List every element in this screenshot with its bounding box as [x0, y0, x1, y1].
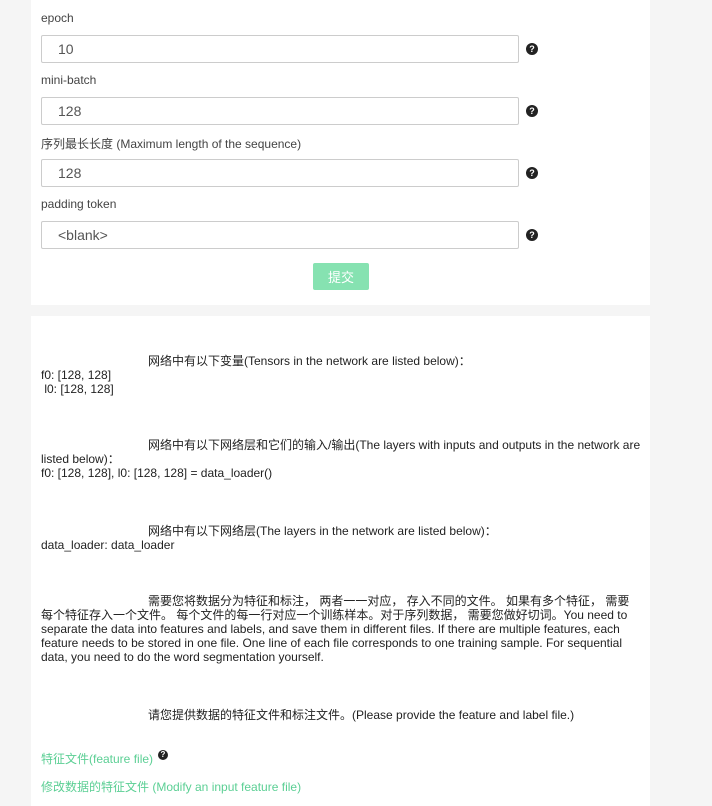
layers-io-heading: 网络中有以下网络层和它们的输入/输出(The layers with input… [148, 438, 641, 452]
epoch-input[interactable] [41, 35, 519, 63]
mini-batch-input[interactable] [41, 97, 519, 125]
layer-io-line: f0: [128, 128], l0: [128, 128] = data_lo… [41, 466, 273, 480]
layers-io-heading-cont: listed below)： [41, 452, 120, 466]
provide-files-text: 请您提供数据的特征文件和标注文件。(Please provide the fea… [148, 708, 575, 722]
tensor-line: f0: [128, 128] [41, 368, 112, 382]
instructions-line: 每个特征存入一个文件。 每个文件的每一行对应一个训练样本。对于序列数据， 需要您… [41, 608, 628, 622]
instructions-line: data, you need to do the word segmentati… [41, 650, 324, 664]
instructions-section: 需要您将数据分为特征和标注， 两者一一对应， 存入不同的文件。 如果有多个特征，… [41, 594, 641, 664]
tensor-line: l0: [128, 128] [41, 382, 114, 396]
max-sequence-length-label: 序列最长长度 (Maximum length of the sequence) [41, 137, 302, 151]
tensors-section: 网络中有以下变量(Tensors in the network are list… [41, 354, 641, 396]
instructions-line: feature needs to be stored in one file. … [41, 636, 623, 650]
max-sequence-length-input[interactable] [41, 159, 519, 187]
padding-token-help-icon[interactable]: ? [526, 229, 538, 241]
tensors-heading: 网络中有以下变量(Tensors in the network are list… [148, 354, 471, 368]
mini-batch-label: mini-batch [41, 73, 97, 87]
modify-feature-file-link[interactable]: 修改数据的特征文件 (Modify an input feature file) [41, 778, 301, 795]
provide-files-section: 请您提供数据的特征文件和标注文件。(Please provide the fea… [41, 708, 641, 722]
layer-line: data_loader: data_loader [41, 538, 175, 552]
epoch-help-icon[interactable]: ? [526, 43, 538, 55]
padding-token-input[interactable] [41, 221, 519, 249]
network-info-card: 网络中有以下变量(Tensors in the network are list… [31, 316, 650, 806]
training-params-card: epoch ? mini-batch ? 序列最长长度 (Maximum len… [31, 0, 650, 305]
instructions-first-line: 需要您将数据分为特征和标注， 两者一一对应， 存入不同的文件。 如果有多个特征，… [148, 594, 630, 608]
instructions-line: separate the data into features and labe… [41, 622, 620, 636]
padding-token-label: padding token [41, 197, 117, 211]
layers-io-section: 网络中有以下网络层和它们的输入/输出(The layers with input… [41, 438, 641, 480]
feature-file-link[interactable]: 特征文件(feature file) [41, 750, 153, 767]
mini-batch-help-icon[interactable]: ? [526, 105, 538, 117]
layers-section: 网络中有以下网络层(The layers in the network are … [41, 524, 641, 552]
layers-heading: 网络中有以下网络层(The layers in the network are … [148, 524, 497, 538]
feature-file-help-icon[interactable]: ? [158, 750, 168, 760]
epoch-label: epoch [41, 11, 74, 25]
submit-button[interactable]: 提交 [313, 263, 369, 290]
max-sequence-length-help-icon[interactable]: ? [526, 167, 538, 179]
